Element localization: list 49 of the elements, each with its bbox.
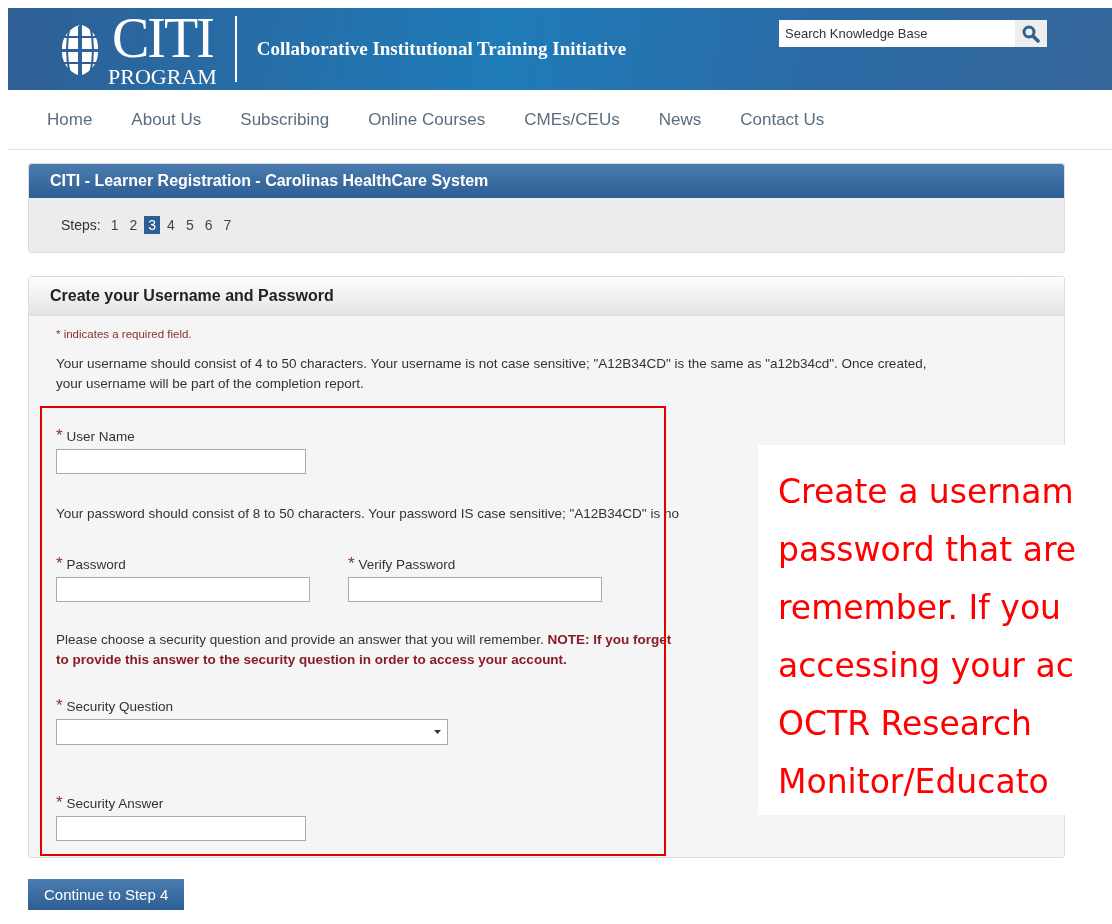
- required-mark: *: [56, 554, 63, 573]
- logo-subtitle: PROGRAM: [108, 66, 217, 88]
- callout-text: OCTR Research: [778, 703, 1033, 745]
- field-label: Security Answer: [66, 796, 164, 811]
- security-question-dropdown[interactable]: [56, 719, 448, 745]
- search-button[interactable]: [1015, 20, 1047, 47]
- field-label: User Name: [66, 429, 135, 444]
- step-link[interactable]: 4: [163, 216, 179, 234]
- password-field[interactable]: [56, 577, 310, 602]
- nav-link[interactable]: News: [647, 109, 713, 130]
- nav-link[interactable]: Contact Us: [729, 109, 836, 130]
- logo-wordmark: CITI: [111, 10, 213, 66]
- verify-password-field[interactable]: [348, 577, 602, 602]
- step-link[interactable]: 2: [125, 216, 142, 234]
- panel-title: Create your Username and Password: [29, 277, 1064, 316]
- required-mark: *: [56, 696, 63, 715]
- required-mark: *: [56, 793, 63, 812]
- nav-link[interactable]: About Us: [120, 109, 213, 130]
- panel-title: CITI - Learner Registration - Carolinas HealthCare System: [29, 164, 1064, 198]
- nav-link[interactable]: CMEs/CEUs: [513, 109, 631, 130]
- callout-text: password that are: [778, 529, 1078, 571]
- step-link[interactable]: 3: [144, 216, 161, 234]
- step-link[interactable]: 1: [106, 216, 123, 234]
- steps-label: Steps:: [61, 217, 101, 233]
- username-help-text: Your username should consist of 4 to 50 characters. Your username is not case sensitive; "A12B34CD" is the same as "a12b34cd". Once created, your username will be part of the completion report.: [56, 355, 928, 393]
- callout-text: Monitor/Educato: [778, 761, 1050, 803]
- required-mark: *: [348, 554, 355, 573]
- search-field[interactable]: Search Knowledge Base: [779, 20, 1015, 47]
- continue-button[interactable]: Continue to Step 4: [28, 879, 185, 910]
- step-link[interactable]: 7: [219, 216, 236, 234]
- nav-link[interactable]: Subscribing: [229, 109, 341, 130]
- required-mark: *: [56, 426, 63, 445]
- required-note: * indicates a required field.: [56, 328, 193, 340]
- nav-link[interactable]: Home: [36, 109, 104, 130]
- callout-text: remember. If you: [778, 587, 1062, 629]
- caret-icon: [434, 730, 441, 734]
- site-tagline: Collaborative Institutional Training Initiative: [256, 38, 627, 60]
- security-answer-field[interactable]: [56, 816, 306, 841]
- search-icon: [1022, 24, 1040, 43]
- username-field[interactable]: [56, 449, 306, 474]
- callout-text: accessing your ac: [778, 645, 1075, 687]
- field-label: Password: [66, 557, 126, 572]
- security-warning-text: to provide this answer to the security question in order to access your account.: [56, 651, 567, 669]
- nav-link[interactable]: Online Courses: [357, 109, 497, 130]
- step-link[interactable]: 5: [181, 216, 198, 234]
- step-link[interactable]: 6: [200, 216, 217, 234]
- field-label: Verify Password: [358, 557, 456, 572]
- callout-text: Create a usernam: [778, 471, 1075, 513]
- field-label: Security Question: [66, 699, 173, 714]
